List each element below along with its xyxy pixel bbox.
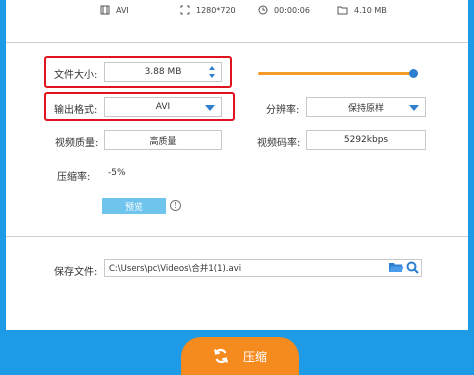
middle-divider bbox=[6, 236, 468, 237]
open-folder-icon[interactable] bbox=[388, 261, 404, 274]
format-info: AVI bbox=[100, 5, 129, 15]
info-icon[interactable]: ! bbox=[170, 200, 181, 211]
resolution-label: 分辨率: bbox=[266, 105, 300, 116]
source-size-text: 4.10 MB bbox=[354, 5, 387, 15]
size-info: 4.10 MB bbox=[337, 5, 387, 15]
clock-icon bbox=[258, 5, 268, 15]
video-quality-field[interactable]: 高质量 bbox=[104, 130, 222, 150]
resolution-text: 1280*720 bbox=[196, 5, 236, 15]
left-border bbox=[0, 0, 6, 330]
save-path-field[interactable]: C:\Users\pc\Videos\合并1(1).avi bbox=[104, 259, 422, 277]
compression-rate-value: -5% bbox=[108, 168, 126, 178]
refresh-icon bbox=[214, 348, 228, 364]
top-divider bbox=[6, 42, 468, 43]
video-bitrate-label: 视频码率: bbox=[257, 138, 301, 149]
resolution-value: 保持原样 bbox=[347, 103, 384, 114]
compress-button[interactable]: 压缩 bbox=[181, 337, 299, 375]
resolution-info: 1280*720 bbox=[180, 5, 236, 15]
save-file-label: 保存文件: bbox=[54, 267, 98, 278]
compress-label: 压缩 bbox=[242, 349, 267, 364]
file-info-row: AVI 1280*720 00:00:06 4.10 MB bbox=[0, 5, 474, 19]
output-format-highlight bbox=[44, 92, 235, 121]
duration-text: 00:00:06 bbox=[274, 5, 310, 15]
folder-icon bbox=[337, 6, 348, 15]
search-icon[interactable] bbox=[406, 261, 419, 274]
film-icon bbox=[100, 5, 110, 15]
preview-button[interactable]: 预览 bbox=[102, 198, 166, 214]
resolution-select[interactable]: 保持原样 bbox=[306, 97, 426, 117]
format-text: AVI bbox=[116, 5, 129, 15]
video-quality-value: 高质量 bbox=[149, 136, 177, 147]
video-bitrate-value: 5292kbps bbox=[343, 135, 389, 145]
chevron-down-icon bbox=[409, 105, 419, 111]
settings-panel bbox=[6, 0, 468, 330]
size-slider-handle[interactable] bbox=[408, 69, 418, 78]
fullscreen-icon bbox=[180, 5, 190, 15]
compression-rate-label: 压缩率: bbox=[57, 172, 91, 183]
right-border bbox=[468, 0, 474, 330]
duration-info: 00:00:06 bbox=[258, 5, 310, 15]
video-bitrate-field[interactable]: 5292kbps bbox=[306, 130, 426, 150]
size-slider-track[interactable] bbox=[258, 72, 418, 75]
preview-label: 预览 bbox=[124, 202, 143, 213]
save-path-value: C:\Users\pc\Videos\合并1(1).avi bbox=[109, 264, 242, 274]
video-quality-label: 视频质量: bbox=[55, 138, 99, 149]
file-size-highlight bbox=[44, 56, 232, 88]
